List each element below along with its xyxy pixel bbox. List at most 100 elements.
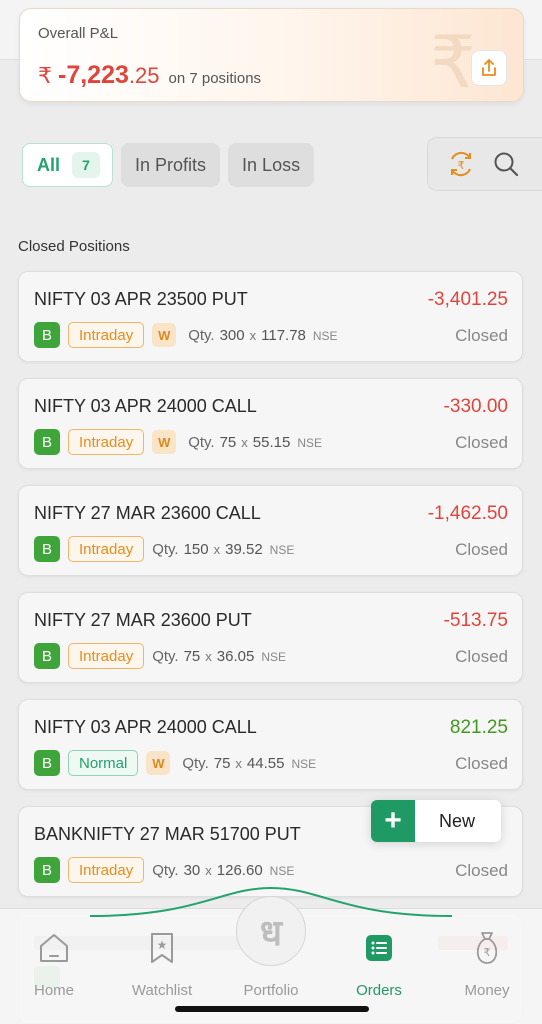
position-status: Closed [455,647,508,666]
position-name: NIFTY 27 MAR 23600 PUT [34,610,252,630]
qty-value: 75 [213,754,231,772]
position-meta: B Normal W Qty. 75 x 44.55 NSE [34,750,316,776]
overall-pnl-card[interactable]: ₹ Overall P&L ₹ -7,223 .25 on 7 position… [19,8,524,102]
position-meta: B Intraday W Qty. 75 x 55.15 NSE [34,429,322,455]
exchange-label: NSE [261,649,287,664]
new-order-button[interactable]: + New [371,800,501,842]
position-name: NIFTY 27 MAR 23600 CALL [34,503,261,523]
nav-watchlist-label: Watchlist [131,982,193,999]
qty-label: Qty. [188,433,215,451]
rupee-watermark-icon: ₹ [430,23,476,102]
search-icon[interactable] [492,150,520,178]
position-pnl: -3,401.25 [427,289,508,310]
position-status: Closed [455,433,508,452]
svg-text:★: ★ [157,938,168,952]
money-bag-icon: ₹ [476,932,498,964]
positions-count: on 7 positions [168,70,262,87]
avg-price: 55.15 [252,433,291,451]
plus-icon: + [371,800,415,842]
buy-badge: B [34,429,60,455]
currency-symbol: ₹ [38,63,52,88]
share-button[interactable] [471,50,507,86]
position-meta: B Intraday W Qty. 300 x 117.78 NSE [34,322,338,348]
position-status: Closed [455,326,508,345]
exchange-rupee-icon[interactable]: ₹ [446,149,476,179]
quantity-info: Qty. 300 x 117.78 NSE [188,327,337,344]
qty-multiplier: x [205,648,212,664]
home-indicator [175,1006,369,1012]
weekly-badge: W [152,430,177,454]
filter-all-count: 7 [72,152,101,178]
position-status: Closed [455,754,508,773]
buy-badge: B [34,750,60,776]
qty-label: Qty. [152,861,179,879]
product-type-badge: Normal [68,750,139,776]
qty-multiplier: x [249,327,257,343]
avg-price: 126.60 [216,861,263,879]
position-status: Closed [455,861,508,880]
quantity-info: Qty. 30 x 126.60 NSE [152,862,294,879]
position-pnl: -513.75 [443,610,508,631]
position-name: NIFTY 03 APR 24000 CALL [34,717,257,737]
qty-multiplier: x [241,434,248,450]
nav-money[interactable]: ₹ Money [442,928,532,999]
quantity-info: Qty. 75 x 55.15 NSE [188,434,322,451]
home-icon [40,934,68,962]
qty-value: 300 [219,326,245,344]
position-meta: B Intraday Qty. 150 x 39.52 NSE [34,536,294,562]
exchange-label: NSE [269,542,295,557]
nav-portfolio-label: Portfolio [243,982,299,999]
qty-value: 150 [183,540,209,558]
nav-portfolio[interactable]: Portfolio [226,928,316,999]
position-card[interactable]: NIFTY 03 APR 23500 PUT -3,401.25 B Intra… [18,271,523,362]
exchange-label: NSE [312,328,338,343]
qty-label: Qty. [188,326,215,344]
qty-value: 75 [219,433,237,451]
quantity-info: Qty. 75 x 36.05 NSE [152,648,286,665]
watchlist-icon: ★ [151,933,173,963]
pnl-amount-decimal: .25 [128,63,160,88]
qty-multiplier: x [235,755,242,771]
position-card[interactable]: NIFTY 27 MAR 23600 PUT -513.75 B Intrada… [18,592,523,683]
position-name: NIFTY 03 APR 23500 PUT [34,289,248,309]
position-status: Closed [455,540,508,559]
exchange-label: NSE [269,863,295,878]
closed-positions-heading: Closed Positions [18,238,130,255]
exchange-label: NSE [297,435,323,450]
product-type-badge: Intraday [68,429,145,455]
nav-orders[interactable]: Orders [334,928,424,999]
position-name: BANKNIFTY 27 MAR 51700 PUT [34,824,301,844]
filter-in-profits[interactable]: In Profits [121,143,221,187]
nav-orders-label: Orders [356,982,402,999]
position-card[interactable]: NIFTY 27 MAR 23600 CALL -1,462.50 B Intr… [18,485,523,576]
svg-text:₹: ₹ [484,946,491,959]
qty-multiplier: x [205,862,212,878]
qty-label: Qty. [152,540,179,558]
position-card[interactable]: NIFTY 03 APR 24000 CALL -330.00 B Intrad… [18,378,523,469]
buy-badge: B [34,322,60,348]
product-type-badge: Intraday [68,536,145,562]
buy-badge: B [34,536,60,562]
weekly-badge: W [152,323,177,347]
nav-watchlist[interactable]: ★ Watchlist [117,928,207,999]
weekly-badge: W [146,751,171,775]
position-name: NIFTY 03 APR 24000 CALL [34,396,257,416]
position-pnl: 821.25 [449,717,508,738]
qty-multiplier: x [213,541,221,557]
filter-all[interactable]: All 7 [22,143,114,187]
nav-money-label: Money [464,982,510,999]
svg-text:₹: ₹ [458,159,465,172]
position-pnl: -330.00 [443,396,508,417]
filter-in-loss[interactable]: In Loss [228,143,315,187]
tools-group: ₹ [427,137,542,191]
quantity-info: Qty. 75 x 44.55 NSE [182,755,316,772]
pnl-amount: ₹ -7,223 .25 on 7 positions [38,61,261,90]
qty-label: Qty. [182,754,209,772]
position-pnl: -1,462.50 [427,503,508,524]
nav-home[interactable]: Home [9,928,99,999]
pnl-amount-main: -7,223 [58,61,129,89]
qty-value: 75 [183,647,201,665]
position-card[interactable]: NIFTY 03 APR 24000 CALL 821.25 B Normal … [18,699,523,790]
nav-home-label: Home [33,982,74,999]
product-type-badge: Intraday [68,643,145,669]
